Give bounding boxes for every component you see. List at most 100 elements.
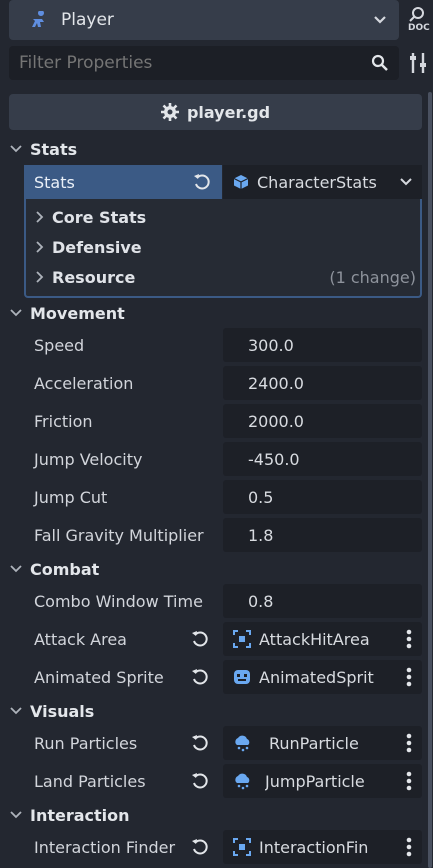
script-name: player.gd — [186, 102, 271, 122]
node-selector[interactable]: Player — [9, 0, 399, 40]
node-2d-icon — [32, 11, 44, 27]
property-label: Combo Window Time — [34, 591, 203, 611]
property-fall-gravity-multiplier: Fall Gravity Multiplier 1.8 — [24, 518, 422, 552]
property-jump-cut: Jump Cut 0.5 — [24, 480, 422, 514]
resource-name: CharacterStats — [257, 172, 377, 192]
property-label: Interaction Finder — [34, 837, 176, 857]
friction-field[interactable]: 2000.0 — [223, 404, 422, 438]
node-path-value: AttackHitArea — [259, 629, 370, 649]
section-label: Combat — [30, 559, 100, 579]
revert-icon[interactable] — [190, 667, 210, 687]
revert-icon[interactable] — [192, 172, 212, 192]
property-label: Attack Area — [34, 629, 127, 649]
property-label: Acceleration — [34, 373, 134, 393]
group-label: Core Stats — [52, 207, 147, 227]
section-label: Interaction — [30, 805, 130, 825]
revert-icon[interactable] — [190, 771, 210, 791]
property-combo-window-time: Combo Window Time 0.8 — [24, 584, 422, 618]
land-particles-node-path[interactable]: JumpParticle — [223, 764, 422, 798]
revert-icon[interactable] — [190, 733, 210, 753]
jump-cut-field[interactable]: 0.5 — [223, 480, 422, 514]
node-path-value: AnimatedSprit — [259, 667, 374, 687]
script-button[interactable]: player.gd — [9, 94, 422, 130]
property-attack-area: Attack Area AttackHitArea — [24, 622, 422, 656]
chevron-down-icon — [10, 707, 22, 715]
stats-resource-picker[interactable]: CharacterStats — [223, 165, 422, 199]
section-label: Stats — [30, 139, 78, 159]
chevron-down-icon — [10, 145, 22, 153]
filter-input[interactable] — [19, 53, 371, 73]
chevron-right-icon — [36, 271, 44, 283]
stats-property[interactable]: Stats — [24, 165, 222, 199]
node-path-value: InteractionFin — [259, 837, 369, 857]
section-movement[interactable]: Movement — [10, 300, 125, 326]
chevron-right-icon — [36, 211, 44, 223]
property-label: Animated Sprite — [34, 667, 164, 687]
particles-cloud-icon — [235, 773, 250, 790]
section-visuals[interactable]: Visuals — [10, 698, 94, 724]
property-label: Land Particles — [34, 771, 146, 791]
node-path-value: RunParticle — [269, 733, 359, 753]
property-friction: Friction 2000.0 — [24, 404, 422, 438]
acceleration-field[interactable]: 2400.0 — [223, 366, 422, 400]
group-label: Resource — [52, 267, 136, 287]
combo-window-time-field[interactable]: 0.8 — [223, 584, 422, 618]
fall-gravity-multiplier-field[interactable]: 1.8 — [223, 518, 422, 552]
chevron-down-icon — [10, 811, 22, 819]
property-jump-velocity: Jump Velocity -450.0 — [24, 442, 422, 476]
area-node-icon — [233, 630, 251, 648]
change-note: (1 change) — [329, 267, 416, 287]
property-speed: Speed 300.0 — [24, 328, 422, 362]
group-label: Defensive — [52, 237, 142, 257]
animated-sprite-icon — [234, 670, 250, 684]
property-label: Jump Velocity — [34, 449, 143, 469]
group-resource[interactable]: Resource (1 change) — [36, 263, 416, 291]
more-options-icon[interactable] — [396, 667, 422, 687]
more-options-icon[interactable] — [396, 837, 422, 857]
chevron-down-icon — [374, 16, 386, 24]
attack-area-node-path[interactable]: AttackHitArea — [223, 622, 422, 656]
chevron-down-icon — [400, 178, 412, 186]
section-label: Visuals — [30, 701, 95, 721]
gear-icon — [160, 103, 179, 121]
node-path-value: JumpParticle — [265, 771, 365, 791]
jump-velocity-field[interactable]: -450.0 — [223, 442, 422, 476]
property-label: Speed — [34, 335, 85, 355]
doc-search-button[interactable]: DOC — [404, 4, 432, 36]
property-label: Fall Gravity Multiplier — [34, 525, 204, 545]
property-interaction-finder: Interaction Finder InteractionFin — [24, 830, 422, 864]
more-options-icon[interactable] — [396, 733, 422, 753]
stats-resource-panel: Core Stats Defensive Resource (1 change) — [24, 199, 422, 298]
property-label: Run Particles — [34, 733, 138, 753]
scrollbar[interactable] — [428, 92, 432, 868]
property-label: Jump Cut — [34, 487, 108, 507]
animated-sprite-node-path[interactable]: AnimatedSprit — [223, 660, 422, 694]
property-acceleration: Acceleration 2400.0 — [24, 366, 422, 400]
chevron-right-icon — [36, 241, 44, 253]
run-particles-node-path[interactable]: RunParticle — [223, 726, 422, 760]
group-core-stats[interactable]: Core Stats — [36, 203, 416, 231]
filter-properties-field[interactable] — [9, 46, 399, 80]
chevron-down-icon — [10, 309, 22, 317]
section-combat[interactable]: Combat — [10, 556, 99, 582]
inspector-tools-button[interactable] — [408, 50, 428, 76]
section-label: Movement — [30, 303, 125, 323]
more-options-icon[interactable] — [396, 771, 422, 791]
group-defensive[interactable]: Defensive — [36, 233, 416, 261]
node-name: Player — [61, 10, 114, 30]
revert-icon[interactable] — [190, 837, 210, 857]
chevron-down-icon — [10, 565, 22, 573]
speed-field[interactable]: 300.0 — [223, 328, 422, 362]
property-run-particles: Run Particles RunParticle — [24, 726, 422, 760]
section-stats[interactable]: Stats — [10, 136, 77, 162]
doc-label: DOC — [408, 23, 430, 33]
area-node-icon — [233, 838, 251, 856]
more-options-icon[interactable] — [396, 629, 422, 649]
section-interaction[interactable]: Interaction — [10, 802, 130, 828]
revert-icon[interactable] — [190, 629, 210, 649]
property-label: Friction — [34, 411, 93, 431]
resource-cube-icon — [233, 175, 249, 189]
property-land-particles: Land Particles JumpParticle — [24, 764, 422, 798]
property-label: Stats — [34, 172, 75, 192]
interaction-finder-node-path[interactable]: InteractionFin — [223, 830, 422, 864]
